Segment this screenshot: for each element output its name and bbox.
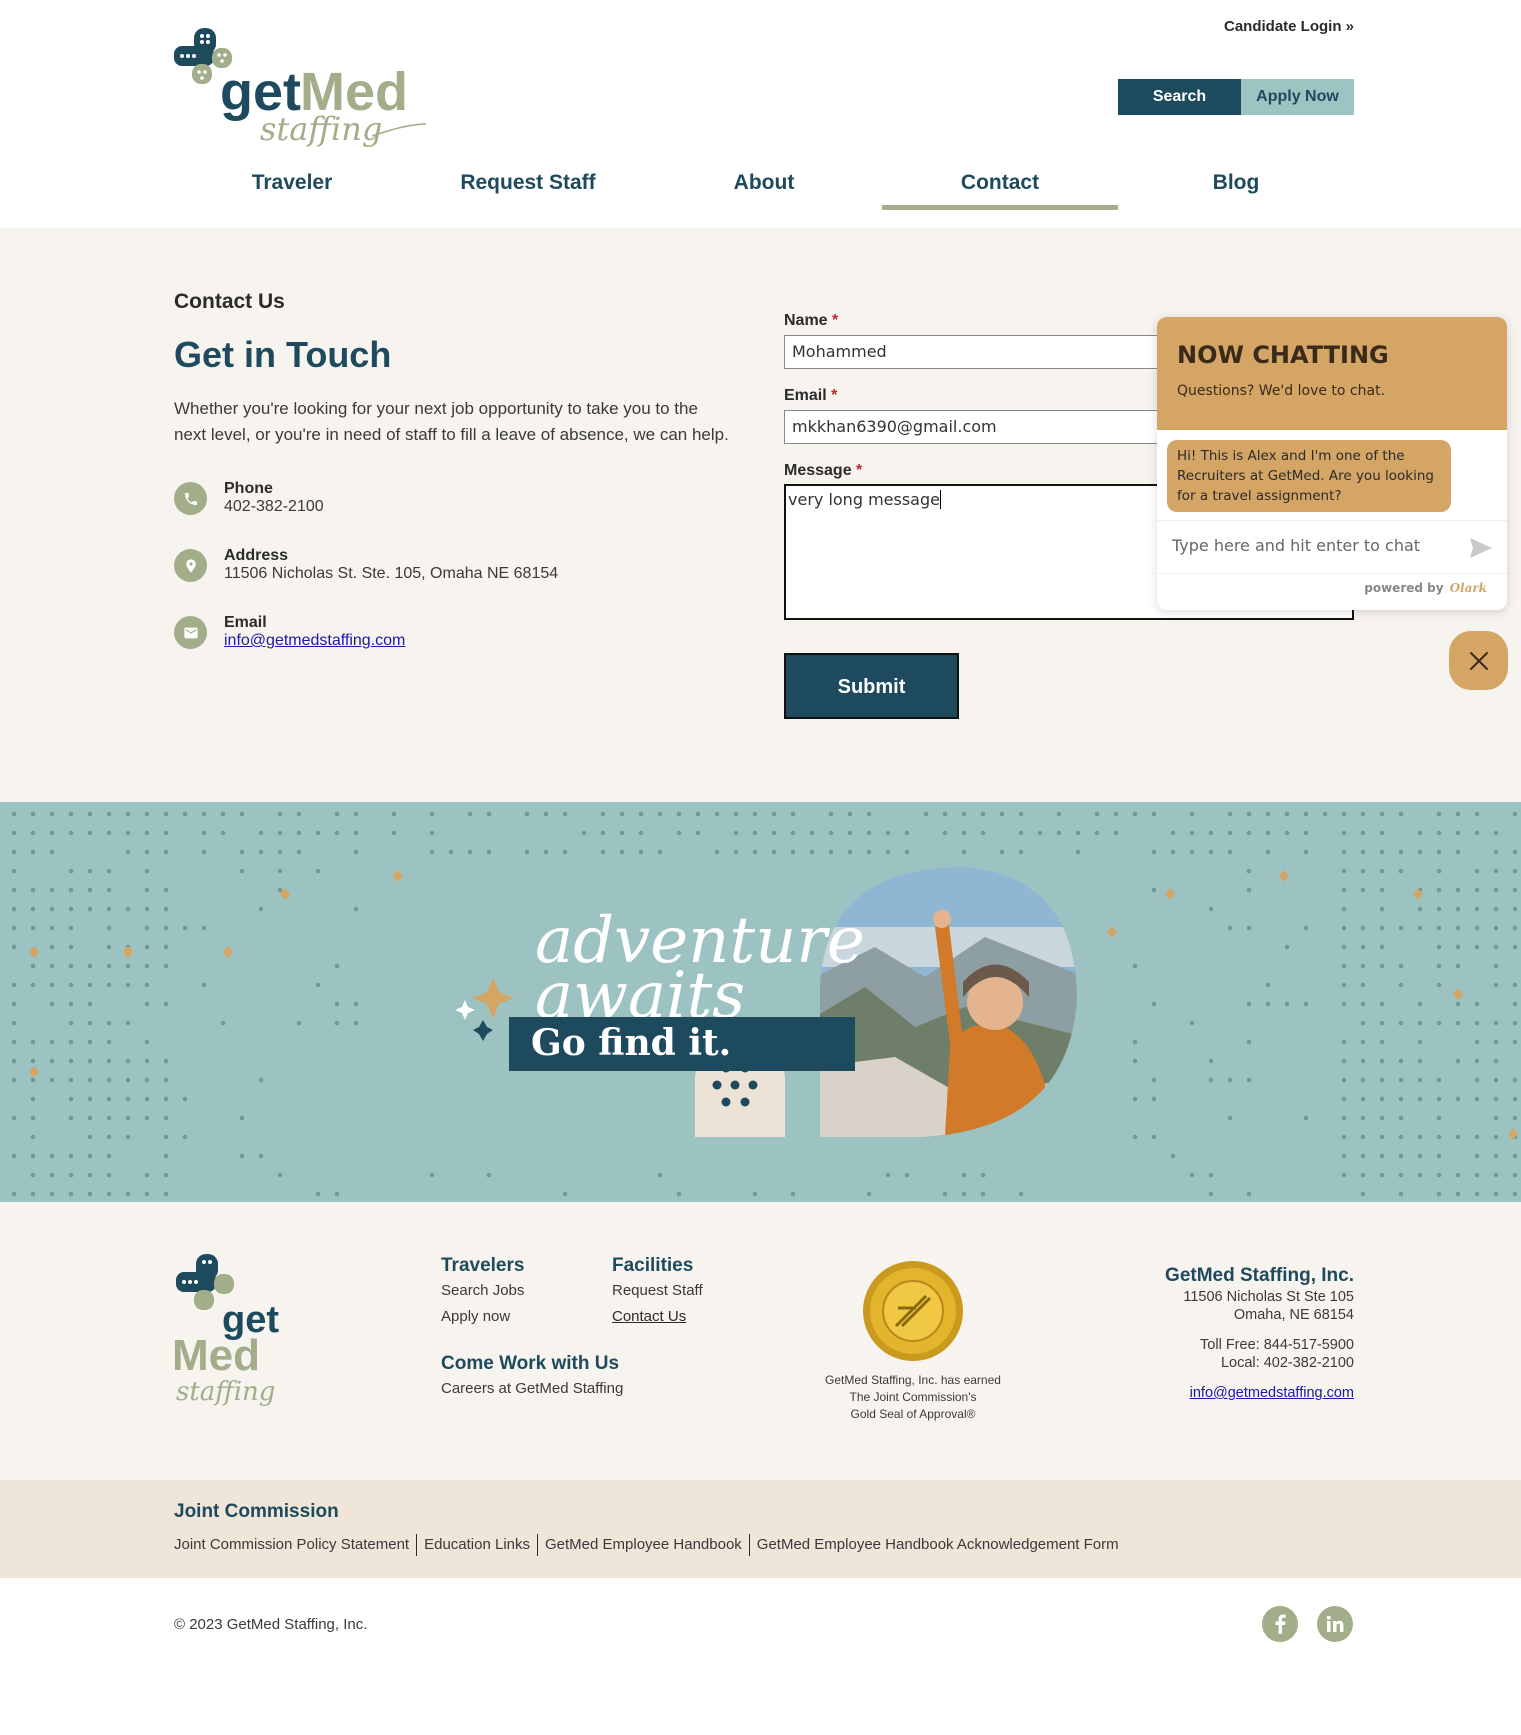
- logo-staffing: staffing: [260, 110, 382, 148]
- nav-contact[interactable]: Contact: [882, 160, 1118, 210]
- footer-travelers: Travelers Search Jobs Apply now: [441, 1254, 524, 1330]
- joint-commission-bar: Joint Commission Joint Commission Policy…: [0, 1480, 1521, 1578]
- close-icon: [1469, 651, 1488, 670]
- adventure-banner[interactable]: adventure awaits Go find it.: [0, 802, 1521, 1202]
- chat-input[interactable]: Type here and hit enter to chat: [1172, 536, 1420, 555]
- page-title: Get in Touch: [174, 334, 392, 375]
- seal-caption: GetMed Staffing, Inc. has earned The Joi…: [825, 1373, 1001, 1421]
- local-phone: Local: 402-382-2100: [1220, 1355, 1354, 1371]
- jc-handbook-link[interactable]: GetMed Employee Handbook: [537, 1534, 749, 1556]
- chat-close-button[interactable]: [1449, 631, 1508, 690]
- phone-label: Phone: [224, 480, 273, 497]
- jc-links: Joint Commission Policy Statement Educat…: [174, 1534, 1126, 1556]
- email-field-label: Email *: [784, 387, 838, 404]
- footer-careers-link[interactable]: Careers at GetMed Staffing: [441, 1376, 623, 1402]
- bottom-bar: © 2023 GetMed Staffing, Inc.: [0, 1578, 1521, 1735]
- contact-description: Whether you're looking for your next job…: [174, 399, 729, 444]
- getmed-logo[interactable]: get Med staffing: [172, 28, 432, 158]
- toll-free-phone: Toll Free: 844-517-5900: [1200, 1337, 1354, 1353]
- facebook-icon[interactable]: [1262, 1606, 1298, 1642]
- banner-art: adventure awaits: [455, 867, 1077, 1137]
- nav-traveler[interactable]: Traveler: [174, 160, 410, 210]
- name-label: Name *: [784, 312, 839, 329]
- address-info: Address 11506 Nicholas St. Ste. 105, Oma…: [174, 547, 558, 583]
- footer-company-info: GetMed Staffing, Inc. 11506 Nicholas St …: [1165, 1264, 1354, 1402]
- send-icon[interactable]: [1469, 537, 1493, 559]
- footer-logo[interactable]: get Med staffing: [172, 1252, 312, 1412]
- chat-header: NOW CHATTING Questions? We'd love to cha…: [1157, 317, 1507, 430]
- footer-work: Come Work with Us Careers at GetMed Staf…: [441, 1352, 623, 1402]
- phone-info: Phone 402-382-2100: [174, 480, 324, 516]
- footer-facilities-head: Facilities: [612, 1255, 694, 1276]
- section-eyebrow: Contact Us: [174, 290, 285, 313]
- linkedin-icon[interactable]: [1317, 1606, 1353, 1642]
- envelope-icon: [174, 616, 207, 649]
- company-address-1: 11506 Nicholas St Ste 105: [1183, 1289, 1354, 1305]
- footer-travelers-head: Travelers: [441, 1255, 525, 1276]
- search-jobs-button[interactable]: Search Jobs: [1118, 79, 1241, 141]
- nav-request-staff[interactable]: Request Staff: [410, 160, 646, 210]
- jc-title: Joint Commission: [174, 1501, 339, 1522]
- chat-message: Hi! This is Alex and I'm one of the Recr…: [1167, 440, 1451, 512]
- address-label: Address: [224, 547, 289, 564]
- nav-blog[interactable]: Blog: [1118, 160, 1354, 210]
- message-label: Message *: [784, 462, 863, 479]
- company-address-2: Omaha, NE 68154: [1233, 1307, 1354, 1323]
- header-actions: Search Jobs Apply Now: [1118, 79, 1354, 141]
- copyright: © 2023 GetMed Staffing, Inc.: [174, 1616, 368, 1633]
- nav-about[interactable]: About: [646, 160, 882, 210]
- apply-now-button[interactable]: Apply Now: [1241, 79, 1354, 115]
- jc-acknowledgement-link[interactable]: GetMed Employee Handbook Acknowledgement…: [748, 1534, 1126, 1556]
- chat-input-row: Type here and hit enter to chat: [1157, 520, 1507, 574]
- svg-text:Med: Med: [172, 1331, 260, 1380]
- go-find-it-label: Go find it.: [509, 1017, 855, 1071]
- footer-work-head: Come Work with Us: [441, 1353, 620, 1374]
- main-nav: Traveler Request Staff About Contact Blo…: [174, 160, 1354, 210]
- email-info: Email info@getmedstaffing.com: [174, 614, 405, 650]
- phone-icon: [174, 482, 207, 515]
- footer-email-link[interactable]: info@getmedstaffing.com: [1165, 1384, 1354, 1402]
- email-link[interactable]: info@getmedstaffing.com: [224, 632, 405, 650]
- footer-facilities: Facilities Request Staff Contact Us: [612, 1254, 703, 1330]
- chat-powered-by: powered by Olark: [1364, 581, 1487, 595]
- svg-text:staffing: staffing: [176, 1377, 275, 1407]
- chat-widget: NOW CHATTING Questions? We'd love to cha…: [1157, 317, 1507, 610]
- location-pin-icon: [174, 549, 207, 582]
- jc-policy-link[interactable]: Joint Commission Policy Statement: [174, 1534, 416, 1556]
- submit-button[interactable]: Submit: [784, 653, 959, 719]
- footer-search-jobs-link[interactable]: Search Jobs: [441, 1278, 524, 1304]
- chat-subtitle: Questions? We'd love to chat.: [1177, 383, 1386, 399]
- footer-apply-now-link[interactable]: Apply now: [441, 1304, 524, 1330]
- phone-value: 402-382-2100: [224, 498, 324, 515]
- site-footer: get Med staffing Travelers Search Jobs A…: [0, 1202, 1521, 1480]
- site-header: get Med staffing Candidate Login » Searc…: [0, 0, 1521, 228]
- footer-contact-us-link[interactable]: Contact Us: [612, 1304, 703, 1330]
- candidate-login-link[interactable]: Candidate Login »: [1224, 18, 1354, 35]
- footer-request-staff-link[interactable]: Request Staff: [612, 1278, 703, 1304]
- sparkle-icon: [455, 977, 514, 1041]
- chat-title: NOW CHATTING: [1177, 341, 1389, 369]
- jc-education-link[interactable]: Education Links: [416, 1534, 537, 1556]
- company-name: GetMed Staffing, Inc.: [1165, 1265, 1354, 1286]
- gold-seal-icon: [863, 1261, 963, 1361]
- email-label: Email: [224, 614, 267, 631]
- address-value: 11506 Nicholas St. Ste. 105, Omaha NE 68…: [224, 565, 559, 582]
